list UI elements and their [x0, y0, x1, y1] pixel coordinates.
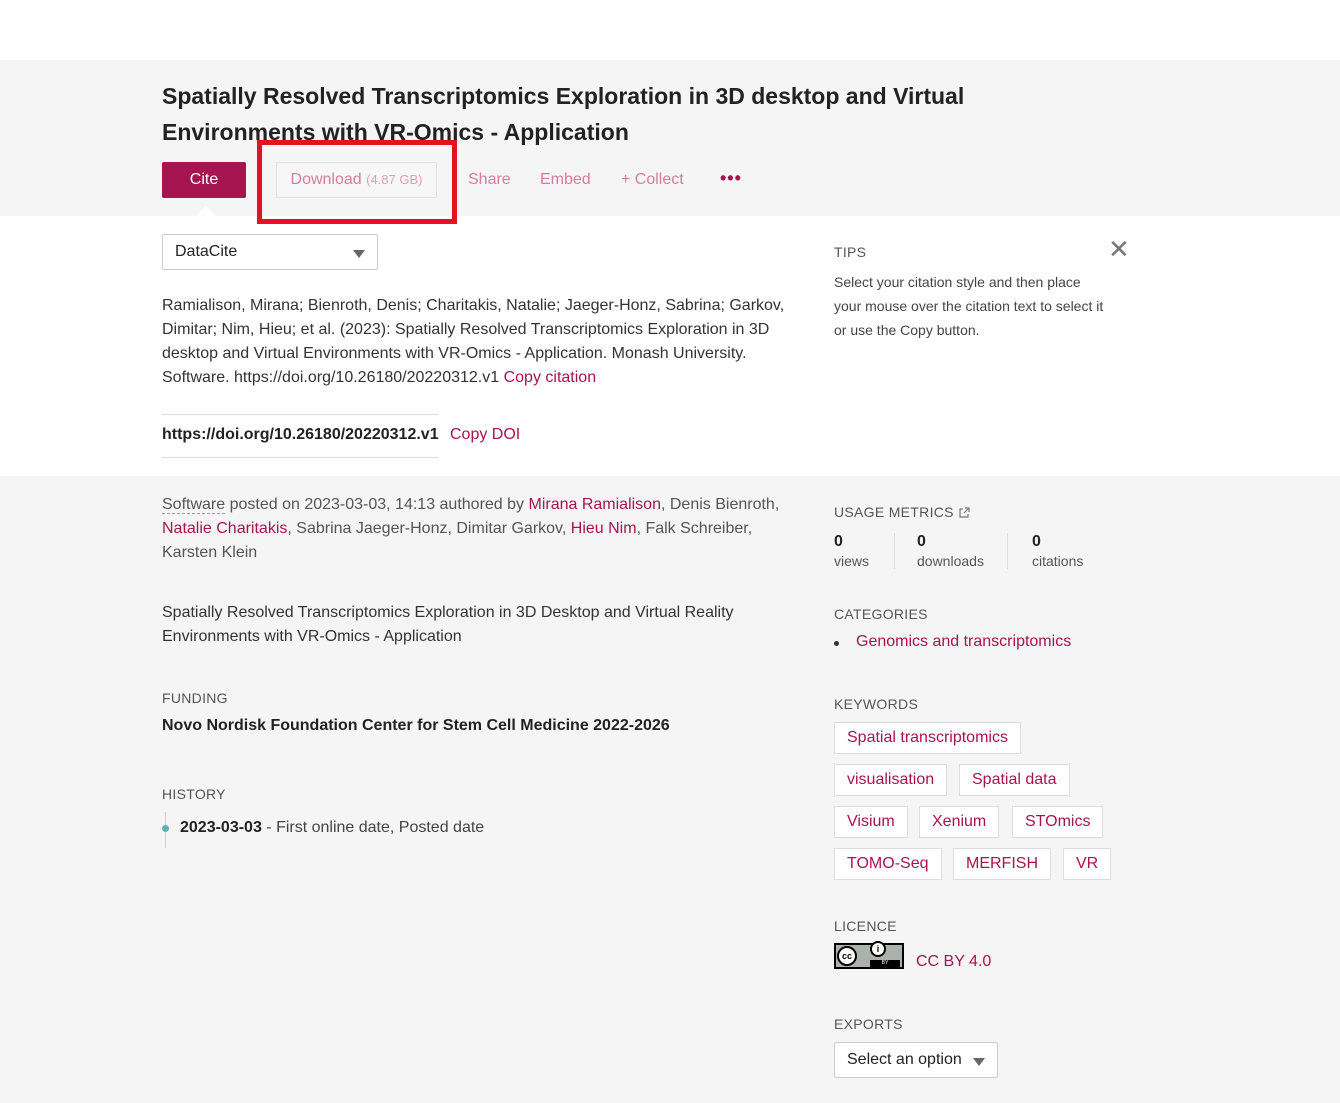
close-icon[interactable]: ✕ — [1108, 236, 1130, 262]
keyword-tag[interactable]: Xenium — [919, 806, 1000, 838]
keyword-tag[interactable]: visualisation — [834, 764, 948, 796]
keyword-tag[interactable]: Spatial data — [959, 764, 1070, 796]
category-link[interactable]: Genomics and transcriptomics — [856, 633, 1071, 651]
cc-by-badge-icon: cc i BY — [834, 941, 904, 969]
citation-style-value: DataCite — [175, 243, 238, 260]
history-dot — [162, 825, 169, 832]
share-button[interactable]: Share — [468, 170, 511, 190]
item-meta: Software posted on 2023-03-03, 14:13 aut… — [162, 493, 802, 565]
downloads-label: downloads — [917, 553, 984, 569]
keyword-tag[interactable]: Spatial transcriptomics — [834, 722, 1021, 754]
history-entry: 2023-03-03 - First online date, Posted d… — [180, 819, 484, 837]
author-name[interactable]: Hieu Nim — [571, 520, 637, 537]
chevron-down-icon — [353, 250, 365, 258]
copy-citation-link[interactable]: Copy citation — [504, 369, 597, 386]
exports-heading: EXPORTS — [834, 1016, 903, 1032]
keyword-tag[interactable]: VR — [1063, 848, 1112, 880]
author-name: Dimitar Garkov — [456, 520, 562, 537]
history-date: 2023-03-03 — [180, 819, 262, 836]
funding-heading: FUNDING — [162, 690, 228, 706]
views-label: views — [834, 553, 870, 569]
keyword-tag[interactable]: STOmics — [1012, 806, 1104, 838]
author-name[interactable]: Natalie Charitakis — [162, 520, 287, 537]
author-name[interactable]: Mirana Ramialison — [528, 496, 661, 513]
chevron-down-icon — [973, 1058, 985, 1066]
tips-heading: TIPS — [834, 244, 867, 260]
author-name: Sabrina Jaeger-Honz — [296, 520, 448, 537]
history-event: - First online date, Posted date — [261, 819, 485, 836]
downloads-count: 0 — [917, 533, 926, 550]
keyword-tag[interactable]: MERFISH — [953, 848, 1051, 880]
citations-count: 0 — [1032, 533, 1041, 550]
collect-button[interactable]: + Collect — [621, 170, 684, 190]
metric-divider — [1007, 533, 1008, 569]
citation-text: Ramialison, Mirana; Bienroth, Denis; Cha… — [162, 294, 792, 390]
licence-link[interactable]: CC BY 4.0 — [916, 953, 991, 971]
copy-doi-link[interactable]: Copy DOI — [450, 426, 520, 444]
keyword-tag[interactable]: Visium — [834, 806, 908, 838]
posted-text: posted on 2023-03-03, 14:13 authored by — [225, 496, 529, 513]
keyword-tag[interactable]: TOMO-Seq — [834, 848, 942, 880]
external-link-icon — [959, 507, 970, 518]
tips-text: Select your citation style and then plac… — [834, 274, 1104, 338]
history-heading: HISTORY — [162, 786, 226, 802]
cc-badge-person: i — [870, 941, 886, 957]
funding-item: Novo Nordisk Foundation Center for Stem … — [162, 717, 670, 734]
citation-style-select[interactable]: DataCite — [162, 234, 378, 270]
keywords-heading: KEYWORDS — [834, 696, 919, 712]
citations-label: citations — [1032, 553, 1084, 569]
cc-badge-cc: cc — [837, 946, 857, 966]
exports-select-value: Select an option — [847, 1051, 962, 1068]
usage-metrics-label: USAGE METRICS — [834, 504, 954, 520]
highlight-box — [257, 140, 457, 224]
exports-select[interactable]: Select an option — [834, 1042, 998, 1078]
top-bar — [0, 0, 1340, 60]
category-bullet — [834, 641, 839, 646]
metric-divider — [894, 533, 895, 569]
cc-badge-by: BY — [870, 960, 900, 967]
embed-button[interactable]: Embed — [540, 170, 591, 190]
citation-body: Ramialison, Mirana; Bienroth, Denis; Cha… — [162, 297, 785, 386]
categories-heading: CATEGORIES — [834, 606, 928, 622]
doi-text: https://doi.org/10.26180/20220312.v1 — [162, 426, 439, 443]
author-name: Denis Bienroth — [669, 496, 775, 513]
cite-panel-caret — [194, 206, 218, 218]
usage-metrics-heading[interactable]: USAGE METRICS — [834, 504, 970, 520]
item-type[interactable]: Software — [162, 496, 226, 514]
item-description: Spatially Resolved Transcriptomics Explo… — [162, 604, 734, 645]
author-name: Falk Schreiber — [645, 520, 748, 537]
more-options-icon[interactable]: ••• — [720, 168, 742, 189]
cite-button[interactable]: Cite — [162, 162, 246, 198]
author-name: Karsten Klein — [162, 544, 258, 561]
views-count: 0 — [834, 533, 843, 550]
licence-heading: LICENCE — [834, 918, 897, 934]
